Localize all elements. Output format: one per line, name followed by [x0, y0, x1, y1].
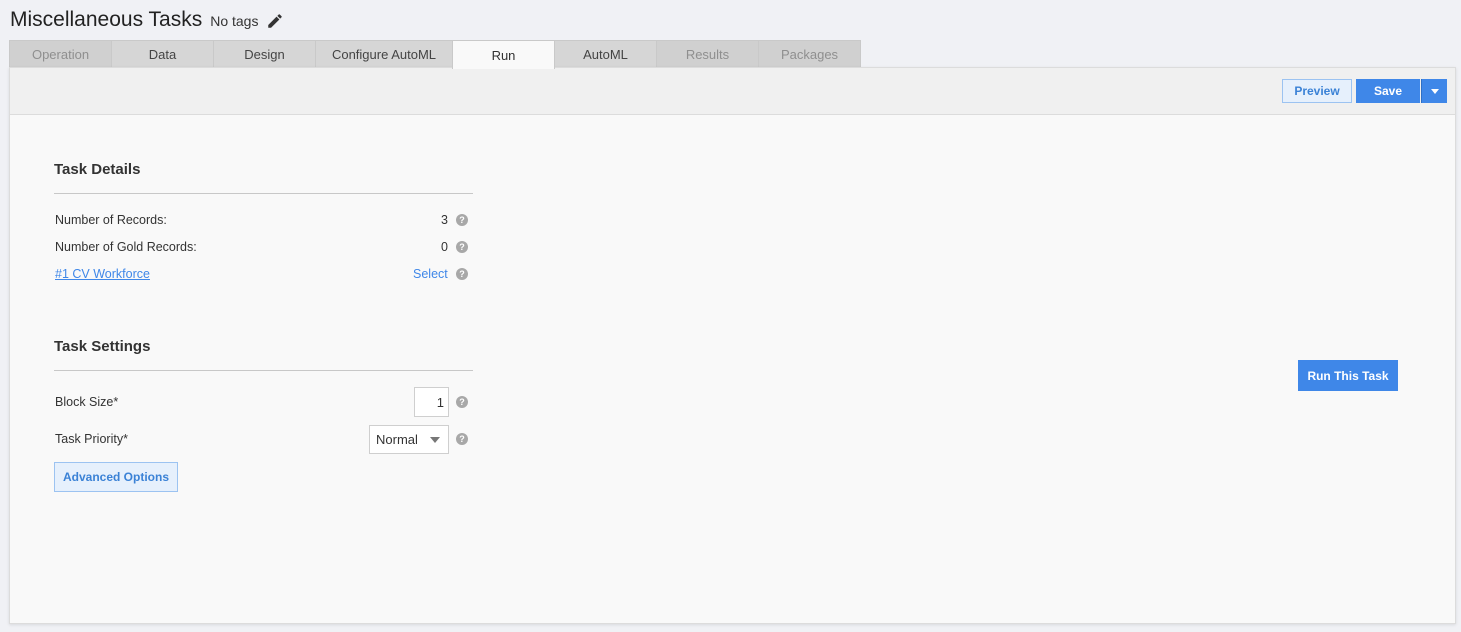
task-priority-label: Task Priority* [55, 432, 128, 446]
gold-records-label: Number of Gold Records: [55, 240, 197, 254]
records-label: Number of Records: [55, 213, 167, 227]
task-settings-divider [54, 370, 473, 371]
save-button[interactable]: Save [1356, 79, 1420, 103]
gold-records-value: 0 [441, 240, 448, 254]
page-title: Miscellaneous Tasks [10, 8, 203, 31]
chevron-down-icon [430, 437, 440, 443]
task-details-divider [54, 193, 473, 194]
help-icon[interactable]: ? [456, 214, 468, 226]
block-size-input[interactable]: 1 [414, 387, 449, 417]
tags-label: No tags [210, 13, 259, 29]
records-value: 3 [441, 213, 448, 227]
tab-bar: Operation Data Design Configure AutoML R… [9, 40, 861, 69]
save-options-button[interactable] [1421, 79, 1447, 103]
toolbar: Preview Save [10, 68, 1455, 115]
tab-run[interactable]: Run [452, 40, 555, 69]
task-priority-value: Normal [376, 432, 418, 447]
select-workforce-link[interactable]: Select [413, 267, 448, 281]
tab-configure-automl[interactable]: Configure AutoML [315, 40, 453, 68]
help-icon[interactable]: ? [456, 241, 468, 253]
tab-automl[interactable]: AutoML [554, 40, 657, 68]
task-details-heading: Task Details [54, 161, 141, 178]
chevron-down-icon [1430, 88, 1439, 94]
help-icon[interactable]: ? [456, 433, 468, 445]
tab-results[interactable]: Results [656, 40, 759, 68]
page-header: Miscellaneous Tasks No tags [10, 6, 284, 34]
tab-data[interactable]: Data [111, 40, 214, 68]
run-task-button[interactable]: Run This Task [1298, 360, 1398, 391]
task-priority-select[interactable]: Normal [369, 425, 449, 454]
help-icon[interactable]: ? [456, 268, 468, 280]
tab-operation[interactable]: Operation [9, 40, 112, 68]
tab-packages[interactable]: Packages [758, 40, 861, 68]
help-icon[interactable]: ? [456, 396, 468, 408]
advanced-options-button[interactable]: Advanced Options [54, 462, 178, 492]
block-size-label: Block Size* [55, 395, 119, 409]
tab-design[interactable]: Design [213, 40, 316, 68]
workforce-link[interactable]: #1 CV Workforce [55, 267, 150, 281]
run-panel: Preview Save Task Details Number of Reco… [9, 67, 1456, 624]
pencil-icon[interactable] [266, 12, 284, 30]
preview-button[interactable]: Preview [1282, 79, 1352, 103]
task-settings-heading: Task Settings [54, 338, 151, 355]
